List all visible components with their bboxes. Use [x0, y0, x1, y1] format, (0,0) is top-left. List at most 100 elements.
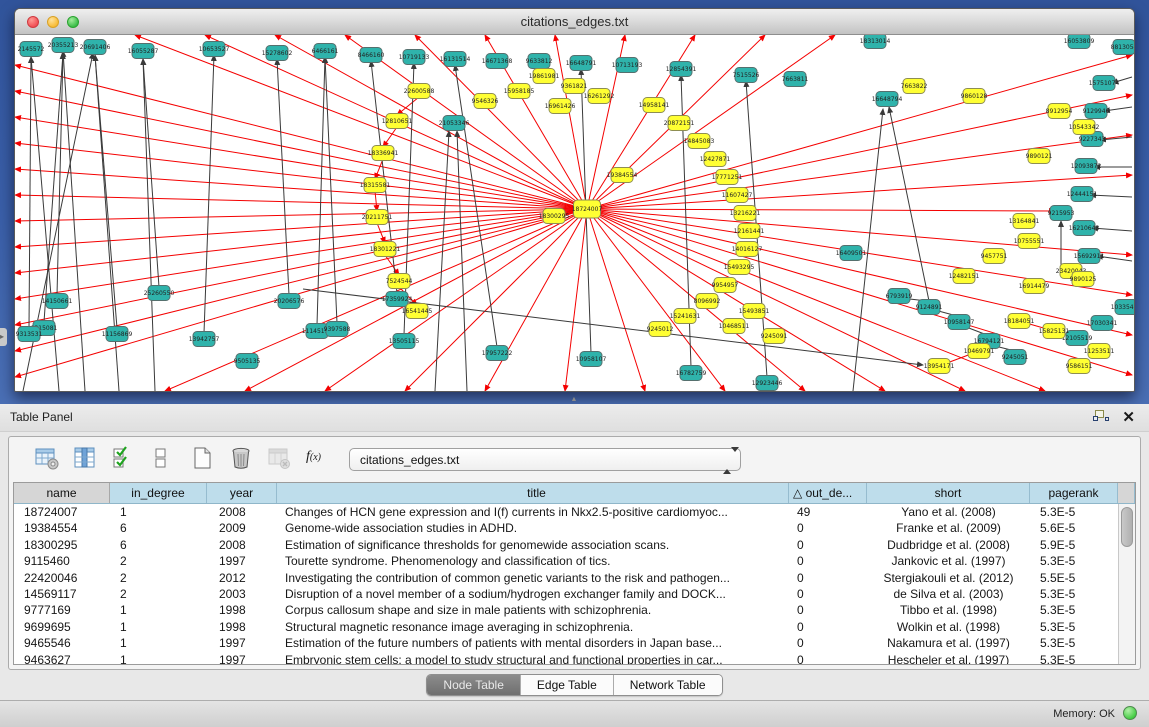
graph-node-label: 10469791	[964, 348, 995, 355]
table-row[interactable]: 946554611997Estimation of the future num…	[14, 635, 1118, 651]
graph-node-label: 12093872	[1071, 163, 1102, 170]
network-canvas[interactable]: 2145572203552132069140616055287106535271…	[15, 35, 1134, 391]
cell-short: Nakamura et al. (1997)	[867, 635, 1030, 651]
graph-node-label: 9245012	[647, 326, 674, 333]
close-panel-icon[interactable]: ✕	[1122, 408, 1135, 426]
cell-out: 0	[789, 602, 867, 618]
graph-node-label: 11156869	[102, 331, 133, 338]
network-graph[interactable]: 2145572203552132069140616055287106535271…	[15, 35, 1134, 391]
cell-short: Jankovic et al. (1997)	[867, 553, 1030, 569]
cell-short: Yano et al. (2008)	[867, 504, 1030, 520]
cell-name: 19384554	[14, 520, 110, 536]
scrollbar-thumb[interactable]	[1121, 507, 1133, 547]
graph-node-label: 9586151	[1066, 363, 1093, 370]
select-column-icon[interactable]	[73, 446, 99, 472]
table-row[interactable]: 1456911722003Disruption of a novel membe…	[14, 586, 1118, 602]
cell-out: 0	[789, 619, 867, 635]
table-settings-icon[interactable]	[35, 446, 61, 472]
graph-node-label: 16541445	[402, 308, 433, 315]
table-panel-title: Table Panel	[10, 410, 73, 424]
graph-edge	[325, 57, 337, 323]
cell-out: 0	[789, 635, 867, 651]
window-minimize-button[interactable]	[47, 16, 59, 28]
graph-node-label: 8813054	[1111, 44, 1134, 51]
cell-title: Disruption of a novel member of a sodium…	[277, 586, 789, 602]
table-row[interactable]: 977716911998Corpus callosum shape and si…	[14, 602, 1118, 618]
cell-name: 18300295	[14, 537, 110, 553]
graph-node-label: 10713193	[612, 62, 643, 69]
table-row[interactable]: 1830029562008Estimation of significance …	[14, 537, 1118, 553]
cell-short: Dudbridge et al. (2008)	[867, 537, 1030, 553]
select-rows-icon[interactable]	[111, 446, 137, 472]
graph-node-label: 13164841	[1009, 218, 1040, 225]
graph-node-label: 18724007	[572, 206, 603, 213]
graph-node-label: 21053346	[439, 120, 470, 127]
table-row[interactable]: 911546021997Tourette syndrome. Phenomeno…	[14, 553, 1118, 569]
graph-edge	[95, 55, 117, 328]
graph-node-label: 20691406	[80, 44, 111, 51]
column-header-year[interactable]: year	[207, 483, 277, 503]
column-header-name[interactable]: name	[14, 483, 110, 503]
window-close-button[interactable]	[27, 16, 39, 28]
float-panel-icon[interactable]	[1093, 410, 1109, 424]
graph-node-label: 9215953	[1048, 210, 1075, 217]
delete-icon[interactable]	[229, 446, 255, 472]
graph-node-label: 16782759	[676, 370, 707, 377]
cell-pagerank: 5.3E-5	[1030, 635, 1118, 651]
network-window-titlebar[interactable]: citations_edges.txt	[15, 9, 1134, 35]
cell-year: 1997	[207, 553, 277, 569]
graph-node-label: 15692911	[1074, 253, 1105, 260]
cell-name: 9699695	[14, 619, 110, 635]
table-row[interactable]: 969969511998Structural magnetic resonanc…	[14, 619, 1118, 635]
column-header-short[interactable]: short	[867, 483, 1030, 503]
graph-node-label: 18300295	[539, 213, 570, 220]
graph-node-label: 16210643	[1069, 225, 1100, 232]
network-window[interactable]: citations_edges.txt 21455722035521320691…	[14, 8, 1135, 392]
network-select[interactable]: citations_edges.txt	[349, 448, 741, 471]
window-zoom-button[interactable]	[67, 16, 79, 28]
table-vertical-scrollbar[interactable]	[1118, 504, 1135, 664]
graph-node-label: 15241631	[670, 313, 701, 320]
select-arrows-icon	[723, 452, 732, 470]
graph-edge	[889, 107, 929, 301]
graph-node-label: 9124891	[916, 304, 943, 311]
hidden-panel-handle[interactable]: ▸	[0, 328, 7, 346]
new-document-icon[interactable]	[191, 446, 217, 472]
graph-node-label: 9954957	[712, 282, 739, 289]
table-row[interactable]: 1872400712008Changes of HCN gene express…	[14, 504, 1118, 520]
cell-title: Corpus callosum shape and size in male p…	[277, 602, 789, 618]
cell-title: Structural magnetic resonance image aver…	[277, 619, 789, 635]
cell-short: Franke et al. (2009)	[867, 520, 1030, 536]
graph-edge	[405, 209, 587, 391]
clear-selection-icon[interactable]	[149, 446, 175, 472]
tab-edge-table[interactable]: Edge Table	[521, 675, 614, 695]
graph-node-label: 14016127	[732, 246, 763, 253]
graph-edge	[587, 209, 1055, 211]
graph-node-label: 10335451	[1111, 304, 1134, 311]
graph-node-label: 12427871	[700, 156, 731, 163]
graph-node-label: 8466160	[358, 52, 385, 59]
graph-node-label: 18184051	[1004, 318, 1035, 325]
delete-table-disabled-icon	[267, 446, 293, 472]
graph-node-label: 19861981	[529, 73, 560, 80]
graph-edge	[143, 59, 159, 287]
function-builder-icon[interactable]: f(x)	[306, 449, 332, 475]
graph-node-label: 9546326	[472, 98, 499, 105]
column-header-out[interactable]: △ out_de...	[789, 483, 867, 503]
cell-short: Hescheler et al. (1997)	[867, 652, 1030, 664]
tab-node-table[interactable]: Node Table	[427, 675, 521, 695]
column-header-pagerank[interactable]: pagerank	[1030, 483, 1118, 503]
table-row[interactable]: 2242004622012Investigating the contribut…	[14, 570, 1118, 586]
graph-node-label: 13954171	[924, 363, 955, 370]
graph-node-label: 14150661	[42, 298, 73, 305]
tab-network-table[interactable]: Network Table	[614, 675, 722, 695]
table-row[interactable]: 1938455462009Genome-wide association stu…	[14, 520, 1118, 536]
table-body: 1872400712008Changes of HCN gene express…	[14, 504, 1118, 664]
cell-out: 0	[789, 652, 867, 664]
graph-node-label: 9397588	[324, 326, 351, 333]
column-header-in_degree[interactable]: in_degree	[110, 483, 207, 503]
graph-node-label: 9890125	[1070, 276, 1097, 283]
panel-splitter-handle[interactable]: ▲	[567, 396, 581, 404]
table-row[interactable]: 946362711997Embryonic stem cells: a mode…	[14, 652, 1118, 664]
column-header-title[interactable]: title	[277, 483, 789, 503]
